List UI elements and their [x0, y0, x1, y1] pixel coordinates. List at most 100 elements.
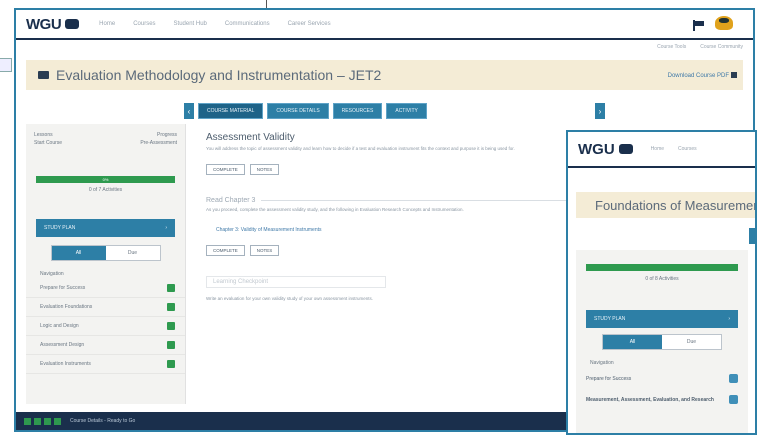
sidebar-item-assessment-design[interactable]: Assessment Design: [26, 336, 185, 355]
status-square-icon: [24, 417, 31, 425]
study-plan-label: STUDY PLAN: [594, 316, 626, 322]
checkmark-icon: [167, 341, 175, 349]
checkmark-icon: [167, 360, 175, 368]
stat-left-label: Lessons: [34, 132, 53, 138]
checkmark-icon: [167, 322, 175, 330]
sidebar-item-label: Measurement, Assessment, Evaluation, and…: [586, 396, 714, 403]
complete-button-2[interactable]: COMPLETE: [206, 245, 245, 256]
overlay-view-toggle: All Due: [602, 334, 722, 350]
toggle-all[interactable]: All: [51, 246, 106, 260]
progress-fill: [586, 264, 738, 271]
nav-item-courses[interactable]: Courses: [133, 21, 155, 27]
overlay-sidebar: 0 of 8 Activities STUDY PLAN › All Due N…: [576, 250, 748, 433]
status-square-icon: [34, 417, 41, 425]
notes-button-2[interactable]: NOTES: [249, 245, 280, 256]
checkmark-icon: [729, 374, 738, 383]
sidebar: Lessons Progress Start Course Pre-Assess…: [26, 124, 186, 404]
tab-course-details[interactable]: COURSE DETAILS: [267, 103, 329, 119]
chevron-right-icon: ›: [728, 316, 730, 322]
progress-label: 0%: [102, 177, 109, 182]
owl-logo-icon: [65, 19, 80, 29]
sidebar-item-prepare[interactable]: Prepare for Success: [26, 279, 185, 298]
nav-item-student-hub[interactable]: Student Hub: [174, 21, 207, 27]
stat-row-labels: Lessons Progress: [26, 124, 185, 138]
download-course-label: Download Course PDF: [667, 72, 729, 79]
stat-right-label: Progress: [156, 132, 177, 138]
subsection-heading: Read Chapter 3: [206, 197, 256, 204]
course-tools-link[interactable]: Course Tools: [657, 44, 686, 50]
wgu-logo[interactable]: WGU: [578, 141, 615, 158]
sidebar-item-label: Prepare for Success: [40, 285, 86, 291]
download-icon: [731, 71, 737, 78]
overlay-study-plan-header[interactable]: STUDY PLAN ›: [586, 310, 738, 328]
nav-item-communications[interactable]: Communications: [225, 21, 270, 27]
stat-left-value: Start Course: [34, 140, 63, 146]
course-community-link[interactable]: Course Community: [700, 44, 743, 50]
toggle-due[interactable]: Due: [662, 335, 721, 349]
tab-activity[interactable]: ACTIVITY: [386, 103, 427, 119]
status-square-icon: [44, 417, 51, 425]
tab-next-button[interactable]: ›: [595, 103, 605, 119]
tab-prev-button[interactable]: ‹: [184, 103, 194, 119]
sidebar-item-instruments[interactable]: Evaluation Instruments: [26, 355, 185, 374]
section-divider: Read Chapter 3: [206, 197, 586, 204]
wgu-logo[interactable]: WGU: [26, 16, 62, 33]
notes-button[interactable]: NOTES: [249, 164, 280, 175]
checkpoint-heading: Learning Checkpoint: [206, 276, 386, 288]
section-paragraph: You will address the topic of assessment…: [206, 146, 515, 151]
nav-item-career-services[interactable]: Career Services: [288, 21, 331, 27]
top-navigation: WGU Home Courses Student Hub Communicati…: [16, 10, 753, 40]
complete-button[interactable]: COMPLETE: [206, 164, 245, 175]
section-heading: Assessment Validity: [206, 132, 295, 143]
progress-subtext: 0 of 7 Activities: [88, 187, 123, 193]
checkmark-icon: [729, 395, 738, 404]
progress-bar: 0%: [36, 176, 175, 183]
sidebar-item-label: Logic and Design: [40, 323, 79, 329]
sidebar-item-foundations[interactable]: Evaluation Foundations: [26, 298, 185, 317]
navigation-heading: Navigation: [590, 360, 614, 366]
avatar[interactable]: [715, 16, 733, 30]
sidebar-item-label: Evaluation Foundations: [40, 304, 93, 310]
download-course-link[interactable]: Download Course PDF: [667, 71, 737, 79]
overlay-course-title-bar: Foundations of Measurement: [576, 192, 755, 218]
stat-right-value: Pre-Assessment: [140, 140, 177, 146]
overlay-top-navigation: WGU Home Courses: [568, 132, 755, 168]
sidebar-item-label: Evaluation Instruments: [40, 361, 91, 367]
action-row: COMPLETE NOTES: [206, 164, 586, 175]
sidebar-item-logic-design[interactable]: Logic and Design: [26, 317, 185, 336]
overlay-page-title: Foundations of Measurement: [595, 197, 757, 213]
tab-resources[interactable]: RESOURCES: [332, 103, 383, 119]
sidebar-item-label: Prepare for Success: [586, 375, 632, 382]
overlay-nav-items: Home Courses: [651, 146, 697, 152]
navigation-list: Prepare for Success Evaluation Foundatio…: [26, 279, 185, 374]
checkmark-icon: [167, 284, 175, 292]
flag-icon[interactable]: [693, 20, 705, 31]
status-square-icon: [54, 417, 61, 425]
checkmark-icon: [167, 303, 175, 311]
navigation-heading: Navigation: [40, 271, 64, 277]
nav-item-courses[interactable]: Courses: [678, 146, 697, 152]
edge-window-stub: [0, 58, 12, 72]
chevron-right-icon: ›: [165, 225, 167, 231]
tab-strip: ‹ COURSE MATERIAL COURSE DETAILS RESOURC…: [184, 100, 605, 122]
nav-items: Home Courses Student Hub Communications …: [99, 21, 330, 27]
sidebar-item-prepare[interactable]: Prepare for Success: [576, 368, 748, 389]
bottom-bar-text[interactable]: Course Details - Ready to Go: [70, 418, 135, 424]
content-area: Assessment Validity You will address the…: [206, 132, 586, 302]
overlay-progress-subtext: 0 of 8 Activities: [645, 276, 679, 282]
chapter-link[interactable]: Chapter 3: Validity of Measurement Instr…: [216, 227, 586, 233]
tab-course-material[interactable]: COURSE MATERIAL: [198, 103, 264, 119]
nav-item-home[interactable]: Home: [99, 21, 115, 27]
toggle-due[interactable]: Due: [105, 246, 160, 260]
study-plan-header[interactable]: STUDY PLAN ›: [36, 219, 175, 237]
nav-item-home[interactable]: Home: [651, 146, 664, 152]
page-title: Evaluation Methodology and Instrumentati…: [56, 67, 382, 83]
action-row-2: COMPLETE NOTES: [206, 245, 586, 256]
toggle-all[interactable]: All: [603, 335, 662, 349]
overlay-tab-prev-button[interactable]: [749, 228, 755, 244]
stat-row-values: Start Course Pre-Assessment: [26, 138, 185, 146]
sidebar-item-measurement[interactable]: Measurement, Assessment, Evaluation, and…: [576, 389, 748, 410]
owl-logo-icon: [618, 144, 633, 154]
overlay-window: WGU Home Courses Foundations of Measurem…: [566, 130, 757, 435]
book-icon: [38, 71, 49, 79]
